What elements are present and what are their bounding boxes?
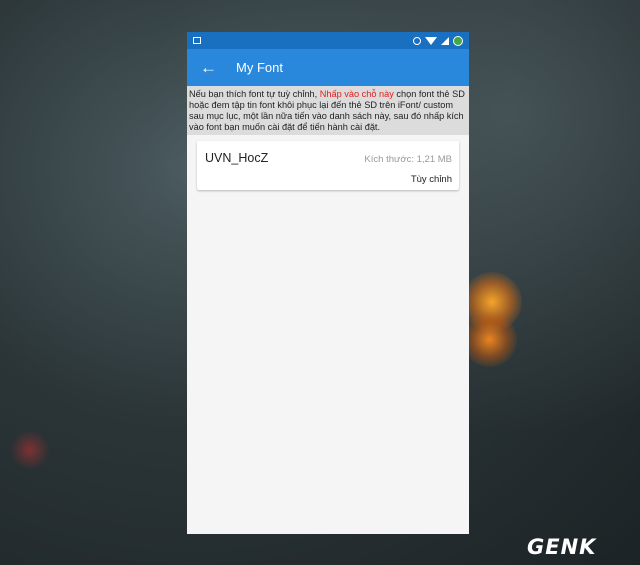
notice-link[interactable]: Nhấp vào chỗ này	[320, 89, 394, 99]
alarm-icon	[413, 36, 421, 45]
status-bar	[187, 32, 469, 49]
battery-icon	[453, 35, 463, 46]
app-bar: ← My Font	[187, 49, 469, 86]
background-light	[462, 312, 517, 367]
font-card[interactable]: UVN_HocZ Kích thước: 1,21 MB Tùy chỉnh	[197, 141, 459, 190]
page-title: My Font	[236, 60, 283, 75]
image-icon	[193, 37, 201, 44]
watermark-logo: GENK	[527, 535, 597, 559]
info-notice: Nếu bạn thích font tự tuỳ chỉnh, Nhấp và…	[187, 86, 469, 135]
wifi-icon	[425, 36, 437, 45]
notice-text: Nếu bạn thích font tự tuỳ chỉnh,	[189, 89, 320, 99]
font-name: UVN_HocZ	[205, 151, 269, 165]
signal-icon	[441, 36, 449, 45]
phone-screen: ← My Font Nếu bạn thích font tự tuỳ chỉn…	[187, 32, 469, 534]
customize-button[interactable]: Tùy chỉnh	[205, 174, 452, 185]
back-arrow-icon[interactable]: ←	[200, 59, 222, 76]
background-light	[10, 430, 50, 470]
font-size-label: Kích thước: 1,21 MB	[364, 154, 452, 165]
